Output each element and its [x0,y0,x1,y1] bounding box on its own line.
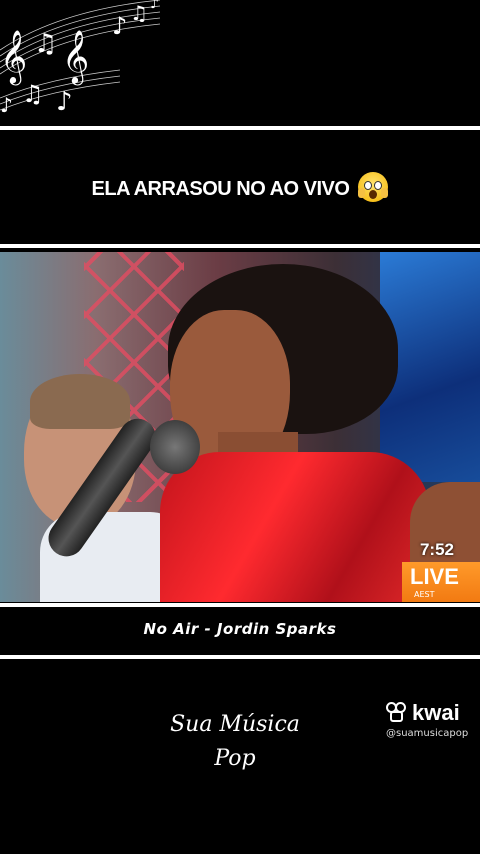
divider-top [0,126,480,130]
svg-text:𝄞: 𝄞 [62,29,89,85]
svg-text:♪: ♪ [112,12,127,40]
broadcast-time: 7:52 [419,540,454,559]
kwai-watermark: kwai @suamusicapop [386,700,468,739]
divider-above-video [0,244,480,248]
svg-text:𝄞: 𝄞 [0,29,27,85]
video-frame[interactable]: 7:52 LIVE AEST [0,252,480,602]
background-person-hair [30,374,130,429]
brand-line-1: Sua Música [170,712,300,737]
creator-handle: @suamusicapop [386,728,469,739]
caption-text: ELA ARRASOU NO AO VIVO [91,178,350,200]
song-title: No Air - Jordin Sparks [143,620,337,638]
live-timezone: AEST [414,590,435,599]
brand-signature: Sua Música Pop [150,708,320,776]
kwai-app-name: kwai [412,700,460,725]
kwai-logo-icon [386,702,408,724]
svg-text:♫: ♫ [34,29,57,59]
svg-text:♫: ♫ [22,80,44,108]
brand-line-2: Pop [214,746,256,771]
svg-text:♪: ♪ [150,0,159,12]
microphone-icon [150,420,200,474]
music-notes-decoration: 𝄞 𝄞 ♫ ♪ ♫ ♫ ♪ ♪ ♪ [0,0,161,117]
caption-banner: ELA ARRASOU NO AO VIVO [0,172,480,202]
live-label: LIVE [410,564,459,589]
divider-bottom [0,655,480,659]
singer-red-dress [160,452,430,602]
svg-text:♫: ♫ [130,1,148,25]
divider-below-video [0,603,480,607]
face-screaming-in-fear-icon [358,172,389,202]
svg-text:♪: ♪ [56,87,73,117]
live-badge: LIVE AEST [402,562,480,602]
svg-text:♪: ♪ [0,93,13,117]
